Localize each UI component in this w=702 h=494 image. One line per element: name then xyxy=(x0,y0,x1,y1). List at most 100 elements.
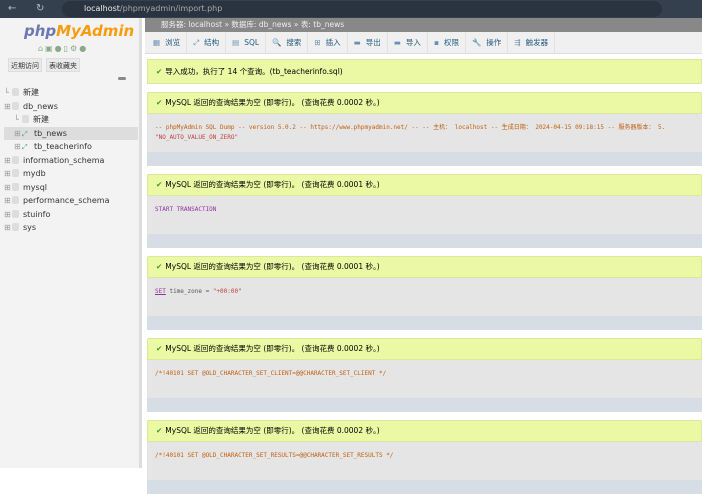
expand-icon[interactable]: ⊞ xyxy=(4,154,12,168)
tab-label: 插入 xyxy=(325,38,341,47)
tab-5[interactable]: ▬ 导出 xyxy=(348,32,388,54)
collapse-icon[interactable] xyxy=(118,77,126,80)
check-icon: ✔ xyxy=(156,262,163,271)
tab-3[interactable]: 🔍 搜索 xyxy=(266,32,309,54)
check-icon: ✔ xyxy=(156,180,163,189)
tree-item-sys[interactable]: ⊞ sys xyxy=(4,221,138,235)
tab-bar: ▦ 浏览 ⤢ 结构 ▤ SQL 🔍 搜索 ⊞ 插入 ▬ 导出 ▬ 导入 ▪ 权限 🔧 操作 ⇶ 触发器 xyxy=(145,32,702,54)
tab-label: 结构 xyxy=(204,38,220,47)
tree-item-label: performance_schema xyxy=(23,196,110,205)
phpmyadmin-logo[interactable]: phpMyAdmin xyxy=(24,22,134,40)
table-icon: ⤢ xyxy=(22,143,28,151)
tree-item-label: sys xyxy=(23,223,37,232)
query-toolbar xyxy=(147,234,702,248)
check-icon: ✔ xyxy=(156,67,163,76)
url-host: localhost xyxy=(84,4,120,13)
expand-icon[interactable]: ⊞ xyxy=(4,221,12,235)
tree-item-label: mysql xyxy=(23,182,47,192)
tree-item-label: 新建 xyxy=(33,115,49,124)
expand-icon[interactable]: ⊞ xyxy=(4,194,12,208)
database-icon xyxy=(12,169,19,177)
success-message: ✔ MySQL 返回的查询结果为空 (即零行)。 (查询花费 0.0002 秒。) xyxy=(147,420,702,442)
expand-icon[interactable]: ⊞ xyxy=(4,100,12,114)
url-path: /phpmyadmin/import.php xyxy=(119,4,223,13)
tab-label: 触发器 xyxy=(525,38,549,47)
check-icon: ✔ xyxy=(156,344,163,353)
database-icon xyxy=(12,155,19,164)
tab-6[interactable]: ▬ 导入 xyxy=(388,32,428,54)
tab-2[interactable]: ▤ SQL xyxy=(226,32,267,54)
tree-item-label: information_schema xyxy=(23,155,105,165)
tab-icon: ▤ xyxy=(232,38,240,47)
favorites-button[interactable]: 表收藏夹 xyxy=(46,58,80,72)
tree-item-label: db_news xyxy=(23,101,58,111)
success-message: ✔ MySQL 返回的查询结果为空 (即零行)。 (查询花费 0.0002 秒。) xyxy=(147,338,702,360)
database-icon xyxy=(12,101,19,110)
check-icon: ✔ xyxy=(156,426,163,435)
query-toolbar xyxy=(147,316,702,330)
tree-item-performance_schema[interactable]: ⊞ performance_schema xyxy=(4,194,138,208)
tab-icon: ⊞ xyxy=(314,38,321,47)
tree-item-label: tb_teacherinfo xyxy=(34,142,92,151)
sql-query: SET time_zone = "+00:00" xyxy=(147,278,702,316)
tab-7[interactable]: ▪ 权限 xyxy=(428,32,466,54)
expand-icon[interactable]: ⊞ xyxy=(4,181,12,195)
tree-item-information_schema[interactable]: ⊞ information_schema xyxy=(4,154,138,168)
tree-item-tb_teacherinfo[interactable]: ⊞⤢ tb_teacherinfo xyxy=(4,140,138,154)
tree-item-stuinfo[interactable]: ⊞ stuinfo xyxy=(4,208,138,222)
tree-item-mysql[interactable]: ⊞ mysql xyxy=(4,181,138,195)
tree-item-mydb[interactable]: ⊞ mydb xyxy=(4,167,138,181)
quick-icons[interactable]: ⌂▣●▯⚙● xyxy=(38,44,88,53)
check-icon: ✔ xyxy=(156,98,163,107)
tree-item-[interactable]: └ 新建 xyxy=(4,86,138,100)
tree-item-tb_news[interactable]: ⊞⤢ tb_news xyxy=(4,126,138,141)
database-icon xyxy=(12,223,19,231)
tab-icon: ⇶ xyxy=(514,38,521,47)
expand-icon[interactable]: └ xyxy=(4,86,12,100)
tab-icon: 🔧 xyxy=(471,38,482,47)
expand-icon[interactable]: ⊞ xyxy=(14,127,22,141)
expand-icon[interactable]: ⊞ xyxy=(4,167,12,181)
tab-icon: ▬ xyxy=(353,38,361,47)
tab-1[interactable]: ⤢ 结构 xyxy=(187,32,227,54)
import-success-message: ✔ 导入成功，执行了 14 个查询。(tb_teacherinfo.sql) xyxy=(147,59,702,84)
breadcrumb[interactable]: 服务器: localhost » 数据库: db_news » 表: tb_ne… xyxy=(145,18,702,32)
expand-icon[interactable]: ⊞ xyxy=(4,208,12,222)
address-bar[interactable]: localhost/phpmyadmin/import.php xyxy=(62,1,662,17)
expand-icon[interactable]: ⊞ xyxy=(14,140,22,154)
success-message: ✔ MySQL 返回的查询结果为空 (即零行)。 (查询花费 0.0001 秒。) xyxy=(147,174,702,196)
query-toolbar xyxy=(147,480,702,494)
browser-bar: ← ↻ localhost/phpmyadmin/import.php xyxy=(0,0,702,18)
tab-9[interactable]: ⇶ 触发器 xyxy=(508,32,556,54)
query-result: ✔ MySQL 返回的查询结果为空 (即零行)。 (查询花费 0.0002 秒。)… xyxy=(147,338,702,412)
query-result: ✔ MySQL 返回的查询结果为空 (即零行)。 (查询花费 0.0001 秒。)… xyxy=(147,174,702,248)
tree-item-db_news[interactable]: ⊞ db_news xyxy=(4,100,138,114)
sql-query: /*!40101 SET @OLD_CHARACTER_SET_CLIENT=@… xyxy=(147,360,702,398)
tree-item-label: mydb xyxy=(23,169,46,178)
new-icon xyxy=(22,115,29,123)
expand-icon[interactable]: └ xyxy=(14,113,22,127)
tab-icon: ▪ xyxy=(433,38,439,47)
query-toolbar xyxy=(147,152,702,166)
sql-keyword[interactable]: SET xyxy=(155,288,166,295)
reload-icon[interactable]: ↻ xyxy=(36,3,44,14)
back-icon[interactable]: ← xyxy=(8,3,16,14)
tab-8[interactable]: 🔧 操作 xyxy=(466,32,509,54)
tab-4[interactable]: ⊞ 插入 xyxy=(308,32,348,54)
main-panel: 服务器: localhost » 数据库: db_news » 表: tb_ne… xyxy=(145,18,702,494)
tab-label: 浏览 xyxy=(165,38,181,47)
query-result: ✔ MySQL 返回的查询结果为空 (即零行)。 (查询花费 0.0002 秒。)… xyxy=(147,420,702,494)
tab-label: SQL xyxy=(244,38,260,47)
recent-button[interactable]: 近期访问 xyxy=(8,58,42,72)
sql-query: START TRANSACTION xyxy=(147,196,702,234)
tab-label: 导出 xyxy=(365,38,381,47)
sql-query: -- phpMyAdmin SQL Dump -- version 5.0.2 … xyxy=(147,114,702,152)
database-icon xyxy=(12,182,19,191)
tree-item-[interactable]: └ 新建 xyxy=(4,113,138,127)
tab-label: 导入 xyxy=(405,38,421,47)
query-toolbar xyxy=(147,398,702,412)
tab-icon: ▦ xyxy=(153,38,161,47)
tab-0[interactable]: ▦ 浏览 xyxy=(147,32,188,54)
tab-icon: ▬ xyxy=(393,38,401,47)
tab-label: 搜索 xyxy=(286,38,302,47)
